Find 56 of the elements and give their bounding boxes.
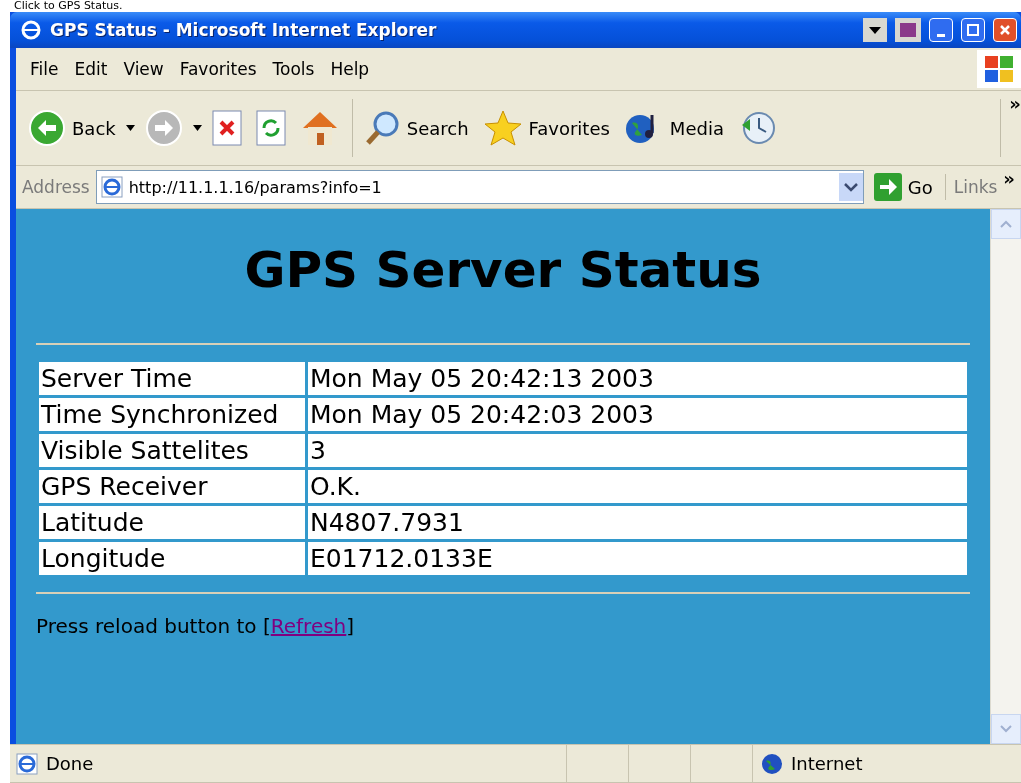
menu-item[interactable]: Edit [66, 59, 116, 79]
window-title: GPS Status - Microsoft Internet Explorer [50, 20, 438, 40]
menu-item[interactable]: View [115, 59, 172, 79]
back-button[interactable]: Back [24, 107, 120, 149]
table-cell: Latitude [39, 506, 305, 539]
page-icon [100, 176, 123, 198]
table-cell: E01712.0133E [308, 542, 967, 575]
refresh-icon [255, 110, 286, 146]
menu-item[interactable]: Tools [264, 59, 323, 79]
favorites-button[interactable]: Favorites [478, 107, 614, 149]
maximize-icon [967, 24, 979, 36]
table-cell: Time Synchronized [39, 398, 305, 431]
reload-note: Press reload button to [Refresh] [36, 614, 356, 638]
table-cell: Longitude [39, 542, 305, 575]
browser-logo-icon [20, 19, 42, 41]
caret-icon[interactable] [125, 125, 135, 131]
scrollbar[interactable] [990, 209, 1021, 744]
minimize-icon [937, 33, 945, 37]
table-cell: 3 [308, 434, 967, 467]
stop-icon [211, 110, 242, 146]
zone-text: Internet [791, 753, 863, 774]
table-cell: N4807.7931 [308, 506, 967, 539]
caret-icon[interactable] [192, 125, 202, 131]
menu-item[interactable]: Favorites [171, 59, 265, 79]
search-button[interactable]: Search [360, 108, 473, 148]
scroll-down-icon [1000, 725, 1012, 733]
menu-item[interactable]: File [22, 59, 67, 79]
go-button[interactable]: Go [869, 171, 937, 203]
globe-icon [761, 752, 783, 775]
table-cell: GPS Receiver [39, 470, 305, 503]
minimize-button[interactable] [929, 18, 953, 42]
search-icon [364, 110, 401, 146]
status-text: Done [46, 753, 94, 774]
windows-logo-icon [977, 50, 1021, 88]
dropdown-icon [838, 173, 863, 201]
page-heading: GPS Server Status [243, 241, 763, 299]
table-cell: Mon May 05 20:42:13 2003 [308, 362, 967, 395]
page-icon [16, 752, 38, 775]
close-icon [999, 24, 1011, 36]
links-label[interactable]: Links [953, 177, 998, 197]
menu-icon [863, 18, 887, 42]
maximize-button[interactable] [961, 18, 985, 42]
table-cell: O.K. [308, 470, 967, 503]
overflow-chevron[interactable]: » [1009, 93, 1021, 114]
close-button[interactable] [993, 18, 1017, 42]
links-chevron[interactable]: » [1003, 168, 1015, 189]
address-label: Address [22, 177, 90, 197]
address-field[interactable]: http://11.1.1.16/params?info=1 [95, 170, 864, 204]
table-cell: Visible Sattelites [39, 434, 305, 467]
caption: Click to GPS Status. [13, 0, 124, 12]
star-icon [482, 109, 523, 147]
table-cell: Mon May 05 20:42:03 2003 [308, 398, 967, 431]
media-button[interactable]: Media [619, 107, 728, 149]
scroll-up-icon [1000, 220, 1012, 228]
table-cell: Server Time [39, 362, 305, 395]
menu-item[interactable]: Help [322, 59, 378, 79]
